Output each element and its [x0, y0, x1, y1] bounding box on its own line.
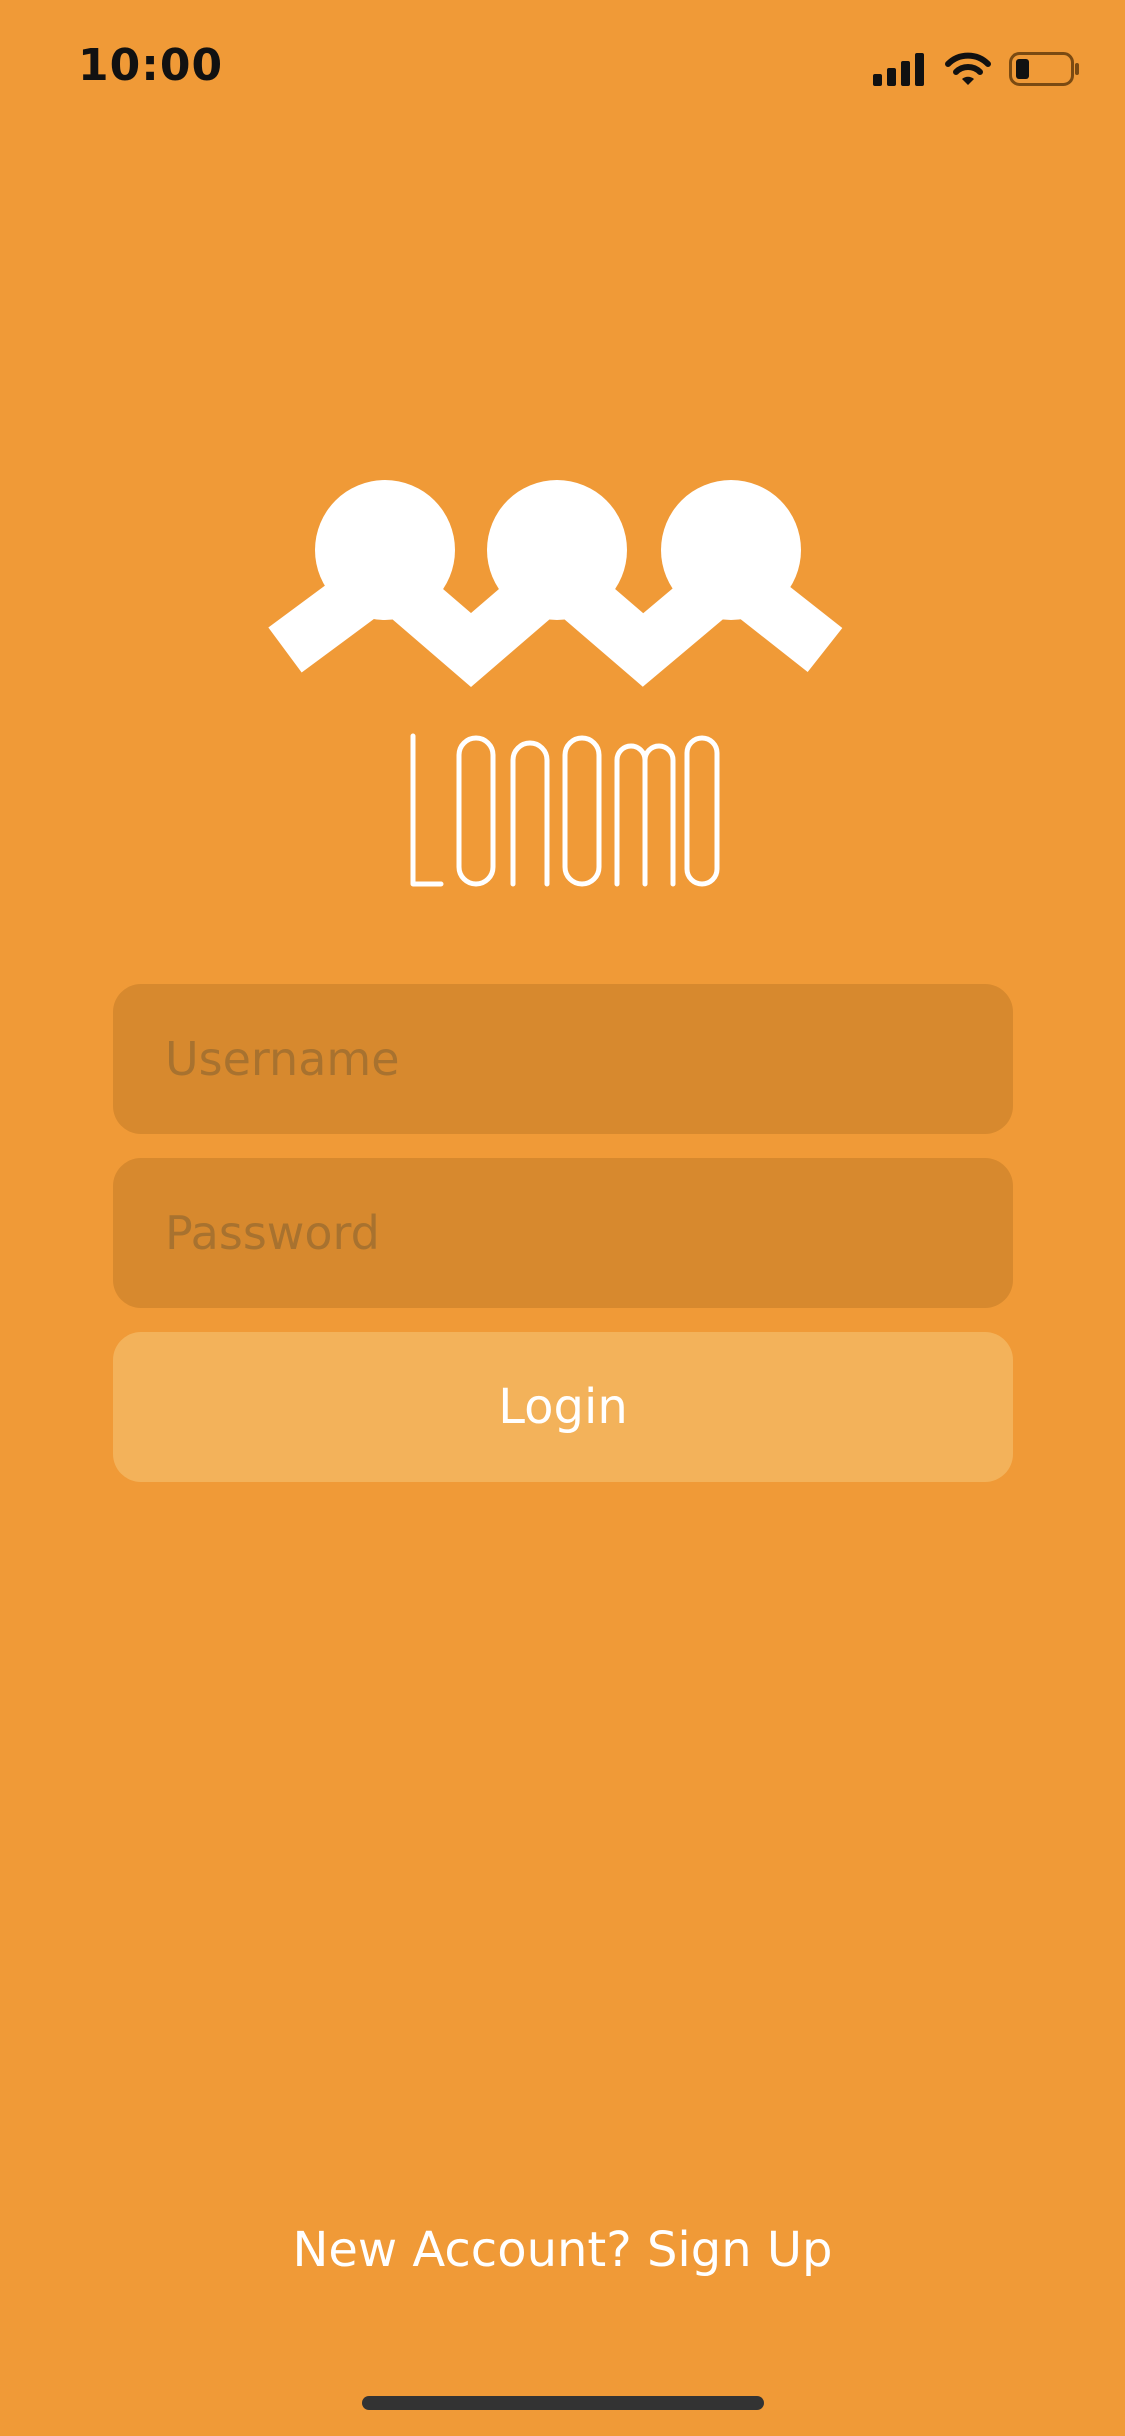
login-screen: 10:00 Username Login New Account? Sign U… — [0, 0, 1125, 2436]
status-time: 10:00 — [78, 40, 224, 91]
battery-icon — [1009, 52, 1081, 86]
lonomo-wordmark — [410, 733, 720, 887]
password-input[interactable] — [163, 1205, 963, 1261]
status-icons — [873, 46, 1081, 92]
login-button[interactable]: Login — [113, 1332, 1013, 1482]
password-field[interactable] — [113, 1158, 1013, 1308]
signup-link[interactable]: New Account? Sign Up — [0, 2222, 1125, 2278]
home-indicator[interactable] — [362, 2396, 764, 2410]
username-field[interactable] — [113, 984, 1013, 1134]
lonomo-logo-icon — [268, 480, 843, 687]
username-input[interactable] — [163, 1031, 963, 1087]
cellular-signal-icon — [873, 52, 927, 86]
wifi-icon — [945, 52, 991, 86]
